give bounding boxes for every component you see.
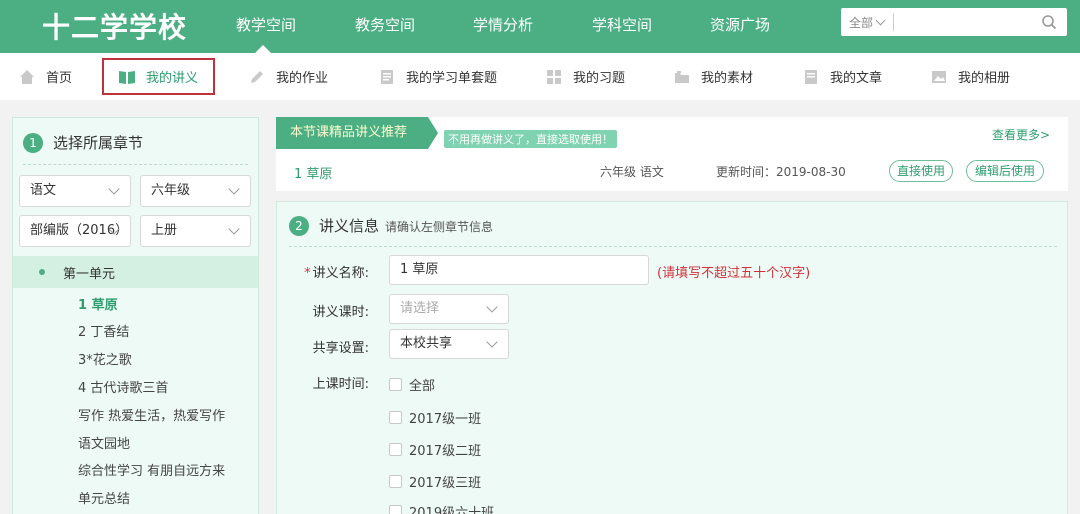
photo-icon [932,70,946,83]
active-subnav-highlight [102,58,215,95]
checkbox[interactable] [389,443,402,456]
handout-name-input[interactable]: 1 草原 [389,255,649,285]
lesson-item[interactable]: 写作 热爱生活，热爱写作 [78,405,225,424]
search-divider [893,13,894,31]
subnav-my-study-sheets[interactable]: 我的学习单套题 [378,53,497,100]
nav-learning-analysis[interactable]: 学情分析 [473,14,533,35]
search-scope-select[interactable]: 全部 [849,14,886,31]
divider [23,164,248,165]
form-title: 2 讲义信息 请确认左侧章节信息 [289,215,493,236]
name-length-warning: (请填写不超过五十个汉字) [657,266,811,281]
period-select[interactable]: 请选择 [389,294,509,324]
search-icon[interactable] [1041,14,1057,30]
chapter-panel-title: 1 选择所属章节 [23,132,143,153]
lesson-item[interactable]: 2 丁香结 [78,321,129,340]
chevron-down-icon [228,223,240,235]
use-directly-button[interactable]: 直接使用 [889,160,953,182]
view-more-link[interactable]: 查看更多> [992,126,1050,143]
class-checkbox[interactable]: 2017级一班 [389,408,481,427]
class-checkbox[interactable]: 2019级六十班 [389,502,494,514]
nav-academic-space[interactable]: 教务空间 [355,14,415,35]
top-bar: 十二学学校 教学空间 教务空间 学情分析 学科空间 资源广场 全部 [0,0,1080,53]
grade-select[interactable]: 六年级 [140,175,251,207]
pencil-icon [251,70,263,83]
unit-item[interactable]: 第一单元 [13,256,258,288]
name-label: * 讲义名称: [304,266,369,281]
lesson-item[interactable]: 综合性学习 有朋自远方来 [78,460,225,479]
lesson-item[interactable]: 3*花之歌 [78,349,132,368]
nav-teaching-space[interactable]: 教学空间 [236,14,296,35]
school-logo[interactable]: 十二学学校 [42,6,187,46]
chevron-down-icon [486,336,498,348]
active-nav-indicator [255,45,271,53]
edit-then-use-button[interactable]: 编辑后使用 [966,160,1044,182]
share-select[interactable]: 本校共享 [389,329,509,359]
search-box[interactable]: 全部 [841,8,1067,36]
class-checkbox[interactable]: 2017级二班 [389,440,481,459]
checkbox[interactable] [389,475,402,488]
subnav-my-materials[interactable]: 我的素材 [673,53,753,100]
subnav-my-articles[interactable]: 我的文章 [802,53,882,100]
subnav-home[interactable]: 首页 [18,53,72,100]
form-hint: 请确认左侧章节信息 [385,220,494,234]
class-checkbox-all[interactable]: 全部 [389,375,435,394]
step-number-badge: 2 [289,215,309,236]
step-number-badge: 1 [23,132,43,153]
home-icon [20,69,34,84]
subnav-my-exercises[interactable]: 我的习题 [545,53,625,100]
recommend-tagline: 不用再做讲义了，直接选取使用！ [444,130,617,148]
period-label: 讲义课时: [312,305,369,320]
required-mark: * [304,266,311,281]
edition-select[interactable]: 部编版（2016） [19,215,131,247]
share-label: 共享设置: [312,341,369,356]
subnav-my-albums[interactable]: 我的相册 [930,53,1010,100]
lesson-item[interactable]: 1 草原 [78,294,118,313]
subject-select[interactable]: 语文 [19,175,131,207]
chevron-down-icon [228,183,240,195]
bullet-icon [39,269,45,275]
chapter-panel: 1 选择所属章节 语文 六年级 部编版（2016） 上册 第一单元 1 草原 2… [12,117,259,514]
checkbox[interactable] [389,378,402,391]
lesson-item[interactable]: 语文园地 [78,433,130,452]
grid-icon [547,69,561,84]
chevron-down-icon [875,15,886,26]
lesson-item[interactable]: 单元总结 [78,488,130,507]
nav-subject-space[interactable]: 学科空间 [592,14,652,35]
folder-icon [675,70,689,83]
recommend-grade-subject: 六年级 语文 [600,165,664,179]
lesson-item[interactable]: 4 古代诗歌三首 [78,377,168,396]
volume-select[interactable]: 上册 [140,215,251,247]
subnav-my-homework[interactable]: 我的作业 [248,53,328,100]
class-checkbox[interactable]: 2017级三班 [389,472,481,491]
class-time-label: 上课时间: [312,377,369,392]
recommend-item-name[interactable]: 1 草原 [294,163,332,182]
chevron-down-icon [486,301,498,313]
divider [289,246,1057,247]
handout-info-form: 2 讲义信息 请确认左侧章节信息 * 讲义名称: 1 草原 (请填写不超过五十个汉… [276,201,1068,514]
nav-resource-plaza[interactable]: 资源广场 [710,14,770,35]
recommend-card: 本节课精品讲义推荐 不用再做讲义了，直接选取使用！ 查看更多> 1 草原 六年级… [276,117,1068,191]
recommend-updated-time: 更新时间：2019-08-30 [716,165,846,179]
document-icon [381,69,393,84]
chevron-down-icon [108,183,120,195]
checkbox[interactable] [389,505,402,514]
recommend-ribbon: 本节课精品讲义推荐 [276,117,438,149]
checkbox[interactable] [389,411,402,424]
article-icon [805,69,817,84]
